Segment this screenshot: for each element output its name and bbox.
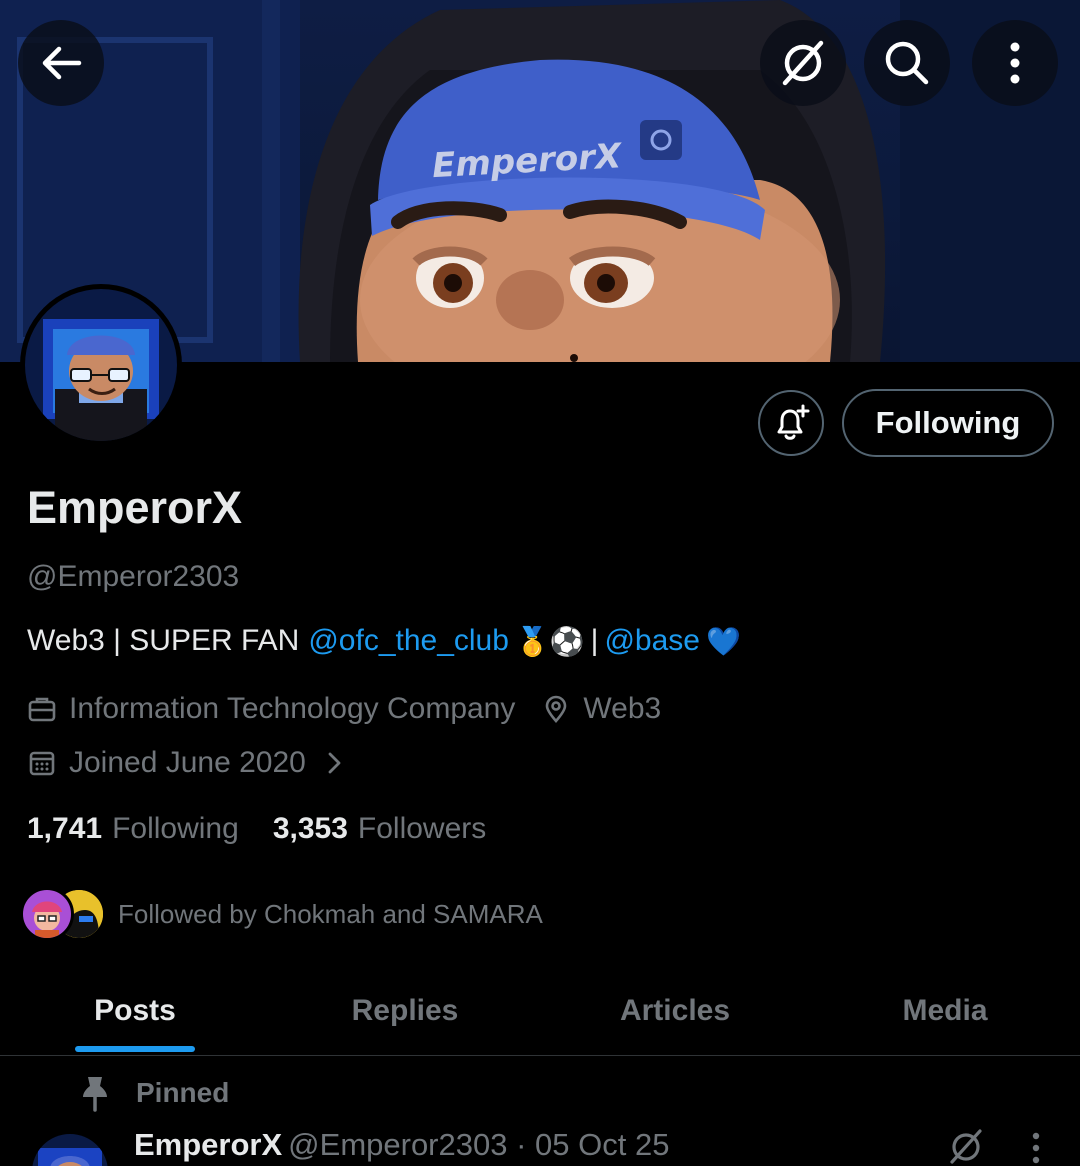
- following-count: 1,741: [27, 812, 103, 845]
- location-pin-icon: [546, 695, 567, 723]
- profile-avatar[interactable]: [20, 284, 182, 446]
- arrow-left-icon: [42, 46, 82, 80]
- pin-icon: [83, 1077, 107, 1112]
- post-author-name[interactable]: EmperorX: [134, 1127, 282, 1162]
- followers-label: Followers: [357, 812, 487, 845]
- profile-meta-row: Information Technology Company Web3: [27, 692, 661, 726]
- profile-joined-date: Joined June 2020: [69, 746, 306, 779]
- bio-mention-base[interactable]: @base: [604, 624, 700, 658]
- profile-stats: 1,741 Following 3,353 Followers: [27, 812, 486, 846]
- more-options-button[interactable]: [972, 20, 1058, 106]
- bio-emoji-blue-heart: 💙: [705, 624, 741, 658]
- post-header: EmperorX @Emperor2303 · 05 Oct 25: [134, 1127, 669, 1163]
- tab-replies[interactable]: Replies: [270, 966, 540, 1055]
- post-author-handle-date: @Emperor2303 · 05 Oct 25: [288, 1127, 670, 1162]
- following-button[interactable]: Following: [842, 389, 1054, 457]
- profile-bio: Web3 | SUPER FAN @ofc_the_club 🥇⚽ | @bas…: [27, 624, 741, 658]
- calendar-icon: [29, 751, 55, 776]
- avatar-image: [25, 289, 177, 441]
- tab-articles[interactable]: Articles: [540, 966, 810, 1055]
- profile-tabs: Posts Replies Articles Media: [0, 966, 1080, 1056]
- grok-button[interactable]: [760, 20, 846, 106]
- profile-joined-row[interactable]: Joined June 2020: [27, 746, 358, 780]
- search-icon: [885, 41, 929, 85]
- bio-text: Web3 | SUPER FAN: [27, 624, 300, 657]
- notifications-button[interactable]: [758, 390, 824, 456]
- tab-posts[interactable]: Posts: [0, 966, 270, 1055]
- post-grok-icon[interactable]: [946, 1126, 986, 1166]
- profile-category: Information Technology Company: [69, 692, 516, 725]
- followers-count: 3,353: [272, 812, 348, 845]
- bell-plus-icon: [777, 404, 810, 440]
- back-button[interactable]: [18, 20, 104, 106]
- search-button[interactable]: [864, 20, 950, 106]
- post-author-avatar[interactable]: [32, 1134, 108, 1166]
- active-tab-indicator: [75, 1046, 195, 1052]
- tab-media[interactable]: Media: [810, 966, 1080, 1055]
- followed-by-row[interactable]: Followed by Chokmah and SAMARA: [20, 886, 543, 942]
- following-count-link[interactable]: 1,741 Following: [27, 812, 239, 846]
- display-name: EmperorX: [27, 482, 243, 533]
- follower-avatar-chokmah: [20, 887, 74, 941]
- more-vertical-icon: [1010, 42, 1020, 84]
- bio-mention-ofc-the-club[interactable]: @ofc_the_club: [308, 624, 509, 658]
- followers-count-link[interactable]: 3,353 Followers: [273, 812, 486, 846]
- grok-icon: [782, 40, 824, 86]
- chevron-right-icon: [328, 752, 341, 774]
- bio-emoji-medal-soccer: 🥇⚽: [514, 624, 585, 658]
- briefcase-icon: [28, 697, 56, 722]
- followed-by-text: Followed by Chokmah and SAMARA: [118, 898, 543, 929]
- profile-handle: @Emperor2303: [27, 560, 240, 593]
- profile-location: Web3: [583, 692, 662, 725]
- pinned-indicator: Pinned: [80, 1074, 229, 1112]
- bio-separator: |: [590, 624, 599, 657]
- following-label: Following: [112, 812, 239, 845]
- pinned-label: Pinned: [136, 1077, 230, 1108]
- post-more-icon[interactable]: [1024, 1130, 1048, 1166]
